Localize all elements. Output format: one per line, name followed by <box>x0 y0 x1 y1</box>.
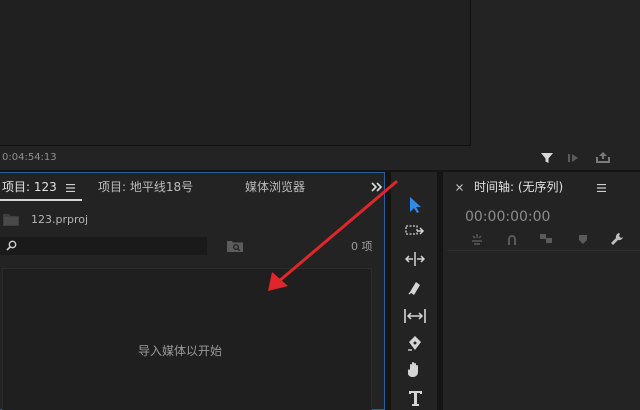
annotation-arrow <box>268 180 398 291</box>
